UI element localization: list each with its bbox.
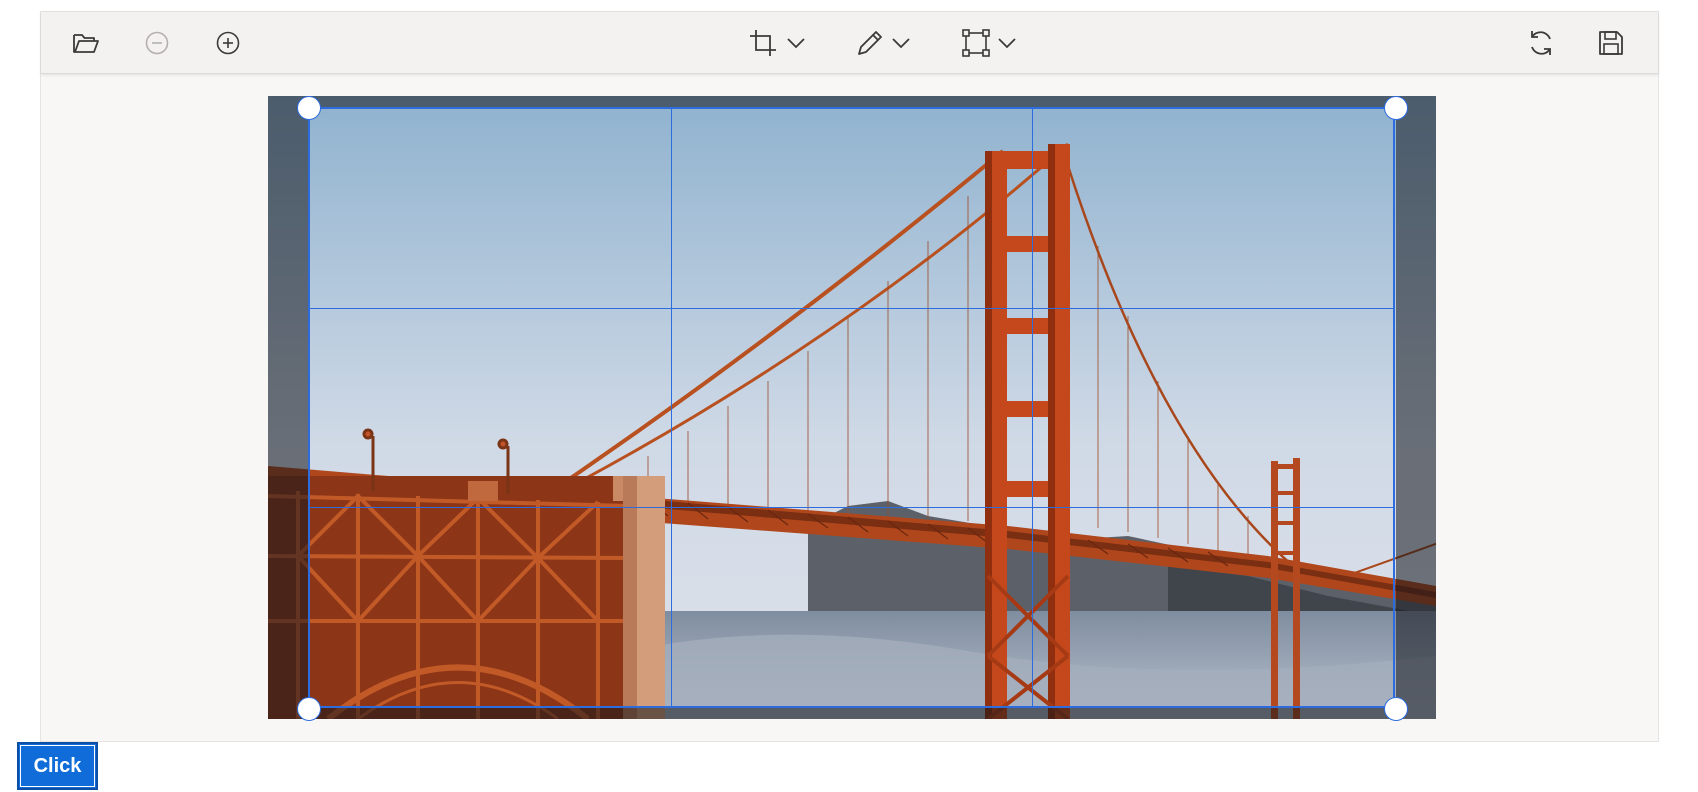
crop-dropdown-button[interactable] [745,26,809,60]
crop-handle-top-right[interactable] [1384,96,1408,120]
grid-line [670,109,673,706]
grid-line [310,506,1393,509]
grid-line [1031,109,1034,706]
transform-icon [961,28,991,58]
transform-dropdown-button[interactable] [957,26,1021,60]
canvas-area [41,75,1658,741]
draw-dropdown-button[interactable] [851,26,915,60]
image-editor [40,11,1659,742]
crop-handle-bottom-left[interactable] [297,697,321,721]
zoom-out-icon [144,30,170,56]
crop-handle-bottom-right[interactable] [1384,697,1408,721]
crop-frame[interactable] [308,107,1395,708]
zoom-in-button[interactable] [211,26,245,60]
reset-button[interactable] [1524,26,1558,60]
open-folder-icon [72,31,100,55]
toolbar [41,12,1658,74]
crop-icon [748,28,780,58]
click-button[interactable]: Click [17,742,98,790]
open-button[interactable] [69,26,103,60]
reset-icon [1526,28,1556,58]
chevron-down-icon [997,37,1017,49]
save-icon [1597,29,1625,57]
chevron-down-icon [786,37,806,49]
zoom-in-icon [215,30,241,56]
chevron-down-icon [891,37,911,49]
save-button[interactable] [1594,26,1628,60]
grid-line [310,307,1393,310]
pen-icon [855,28,885,58]
zoom-out-button[interactable] [140,26,174,60]
crop-handle-top-left[interactable] [297,96,321,120]
